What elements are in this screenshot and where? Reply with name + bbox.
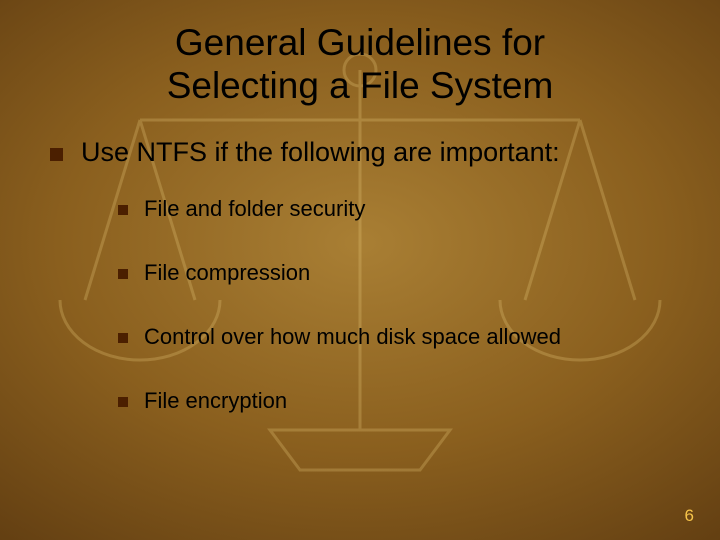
sub-point-text: Control over how much disk space allowed	[144, 324, 561, 350]
main-point-text: Use NTFS if the following are important:	[81, 137, 560, 168]
sub-point-text: File compression	[144, 260, 310, 286]
bullet-level2: Control over how much disk space allowed	[118, 324, 680, 350]
sub-point-text: File encryption	[144, 388, 287, 414]
square-bullet-icon	[118, 205, 128, 215]
title-line-1: General Guidelines for	[175, 22, 545, 63]
page-number: 6	[685, 506, 694, 526]
bullet-level2: File compression	[118, 260, 680, 286]
slide: General Guidelines for Selecting a File …	[0, 0, 720, 540]
square-bullet-icon	[118, 397, 128, 407]
bullet-level1: Use NTFS if the following are important:	[50, 137, 680, 168]
sub-bullet-list: File and folder security File compressio…	[118, 196, 680, 414]
bullet-level2: File encryption	[118, 388, 680, 414]
bullet-level2: File and folder security	[118, 196, 680, 222]
slide-title: General Guidelines for Selecting a File …	[40, 22, 680, 107]
title-line-2: Selecting a File System	[167, 65, 554, 106]
square-bullet-icon	[50, 148, 63, 161]
square-bullet-icon	[118, 269, 128, 279]
slide-content: General Guidelines for Selecting a File …	[0, 0, 720, 414]
sub-point-text: File and folder security	[144, 196, 365, 222]
square-bullet-icon	[118, 333, 128, 343]
